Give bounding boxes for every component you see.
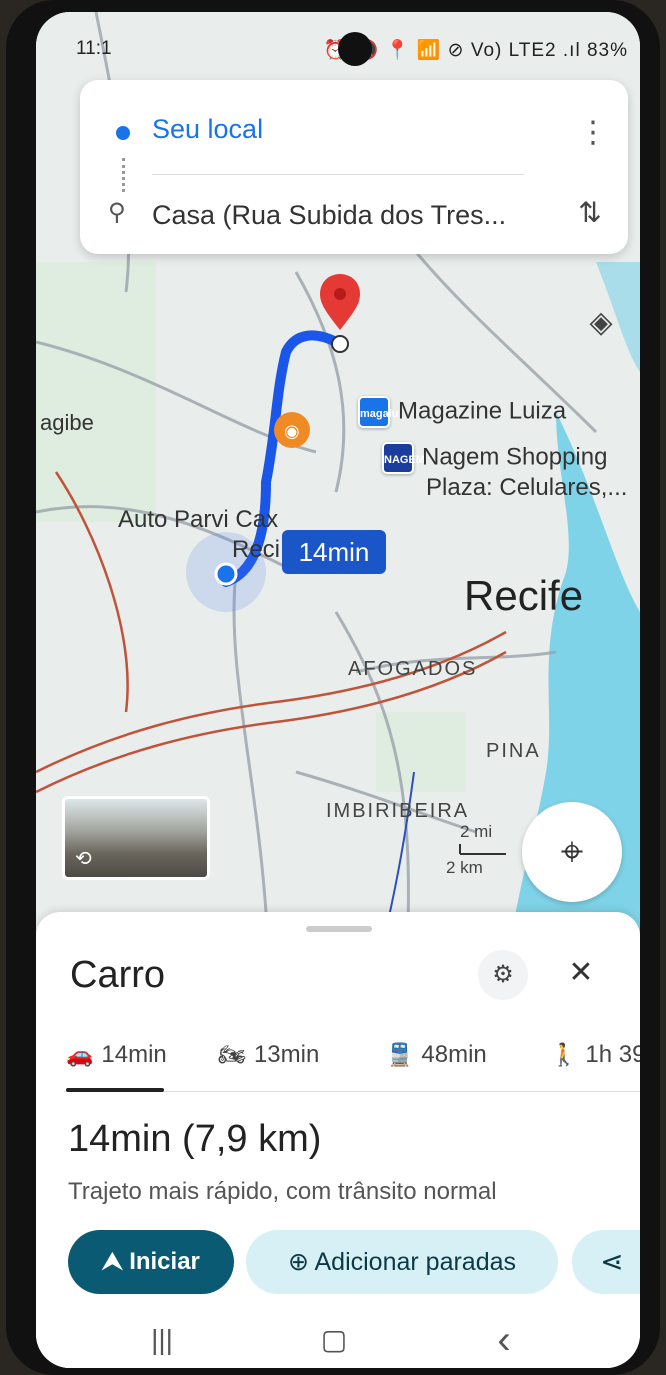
directions-card: Seu local ⚲ Casa (Rua Subida dos Tres...… xyxy=(80,80,628,254)
scale-mi: 2 mi xyxy=(460,822,493,841)
layers-icon[interactable]: ◈ xyxy=(576,298,626,348)
car-icon: 🚗 xyxy=(66,1042,94,1067)
battery-level: 83% xyxy=(586,40,628,61)
system-nav-bar: ||| ▢ ‹ xyxy=(36,1308,640,1368)
magalu-icon: magalu xyxy=(358,396,399,428)
scale-km: 2 km xyxy=(446,858,483,877)
tab-label: 14min xyxy=(101,1041,167,1068)
poi-auto-parvi[interactable]: Auto Parvi Cax xyxy=(118,506,278,534)
hood-pina: PINA xyxy=(486,740,541,762)
origin-dot-icon xyxy=(116,126,130,140)
tab-label: 13min xyxy=(253,1041,320,1068)
camera-cutout xyxy=(338,32,372,66)
tab-motorcycle[interactable]: 🏍 13min xyxy=(218,1032,319,1078)
status-time: 11:1 xyxy=(76,38,112,59)
origin-field[interactable]: Seu local xyxy=(152,114,263,145)
nagem-icon: NAGEM xyxy=(382,442,425,474)
city-label: Recife xyxy=(464,572,584,619)
tab-label: 48min xyxy=(421,1041,487,1068)
origin-underline xyxy=(152,174,524,175)
tab-label: 1h 39 xyxy=(585,1041,640,1068)
tab-car[interactable]: 🚗 14min xyxy=(66,1032,167,1078)
recents-icon[interactable]: ||| xyxy=(142,1320,182,1360)
home-icon[interactable]: ▢ xyxy=(314,1320,354,1360)
route-time-badge[interactable]: 14min xyxy=(282,530,386,574)
poi-agibe: agibe xyxy=(40,410,94,435)
hood-afogados: AFOGADOS xyxy=(348,658,478,680)
screen: ◉ 11:1 ⏰ 🔇 📍 📶 ⊘ Vo) LTE2 .ıl 83% Seu lo… xyxy=(36,12,640,1368)
route-options-icon[interactable]: ⚙ xyxy=(478,950,528,1000)
motorcycle-icon: 🏍 xyxy=(218,1042,246,1067)
route-dots-icon xyxy=(122,158,125,192)
share-icon[interactable]: ⋖ xyxy=(572,1230,640,1294)
directions-sheet: Carro ⚙ ✕ 🚗 14min 🏍 13min 🚆 48min 🚶 1h 39 14… xyxy=(36,912,640,1368)
phone-frame: ◉ 11:1 ⏰ 🔇 📍 📶 ⊘ Vo) LTE2 .ıl 83% Seu lo… xyxy=(6,0,660,1375)
poi-label: Nagem Shopping xyxy=(422,443,608,471)
travel-mode-tabs: 🚗 14min 🏍 13min 🚆 48min 🚶 1h 39 xyxy=(64,1022,640,1092)
tab-walk[interactable]: 🚶 1h 39 xyxy=(550,1032,640,1078)
poi-reci: Reci xyxy=(232,536,281,563)
sheet-drag-handle[interactable] xyxy=(306,926,372,932)
street-view-thumbnail[interactable]: ⟲ xyxy=(62,796,210,880)
more-menu-icon[interactable]: ⋮ xyxy=(578,110,608,156)
start-navigation-button[interactable]: ⮝ Iniciar xyxy=(68,1230,234,1294)
destination-field[interactable]: Casa (Rua Subida dos Tres... xyxy=(152,200,506,231)
tab-transit[interactable]: 🚆 48min xyxy=(386,1032,487,1078)
start-label: Iniciar xyxy=(129,1248,200,1275)
add-stops-label: Adicionar paradas xyxy=(314,1248,517,1276)
add-location-icon: ⊕ xyxy=(287,1248,309,1276)
poi-label: Magazine Luiza xyxy=(398,397,567,425)
walk-icon: 🚶 xyxy=(550,1042,578,1067)
train-icon: 🚆 xyxy=(386,1042,414,1067)
swap-icon[interactable]: ⇅ xyxy=(570,196,610,236)
mode-title: Carro xyxy=(70,954,166,996)
navigation-arrow-icon: ⮝ xyxy=(102,1248,123,1275)
add-stops-button[interactable]: ⊕ Adicionar paradas xyxy=(246,1230,558,1294)
close-icon[interactable]: ✕ xyxy=(564,956,598,990)
poi-nagem[interactable]: NAGEMNagem Shopping xyxy=(382,442,607,474)
destination-pin-icon: ⚲ xyxy=(108,199,126,226)
svg-text:◉: ◉ xyxy=(284,421,300,442)
back-icon[interactable]: ‹ xyxy=(484,1320,524,1360)
poi-label-2: Plaza: Celulares,... xyxy=(426,474,628,501)
active-tab-indicator xyxy=(66,1088,164,1092)
route-description: Trajeto mais rápido, com trânsito normal xyxy=(68,1178,497,1205)
my-location-icon[interactable]: ⌖ xyxy=(522,802,622,902)
street-view-rotate-icon: ⟲ xyxy=(75,848,92,870)
hood-imbiribeira: IMBIRIBEIRA xyxy=(326,800,470,822)
route-duration: 14min (7,9 km) xyxy=(68,1118,322,1160)
poi-magazine-luiza[interactable]: magaluMagazine Luiza xyxy=(358,396,566,428)
